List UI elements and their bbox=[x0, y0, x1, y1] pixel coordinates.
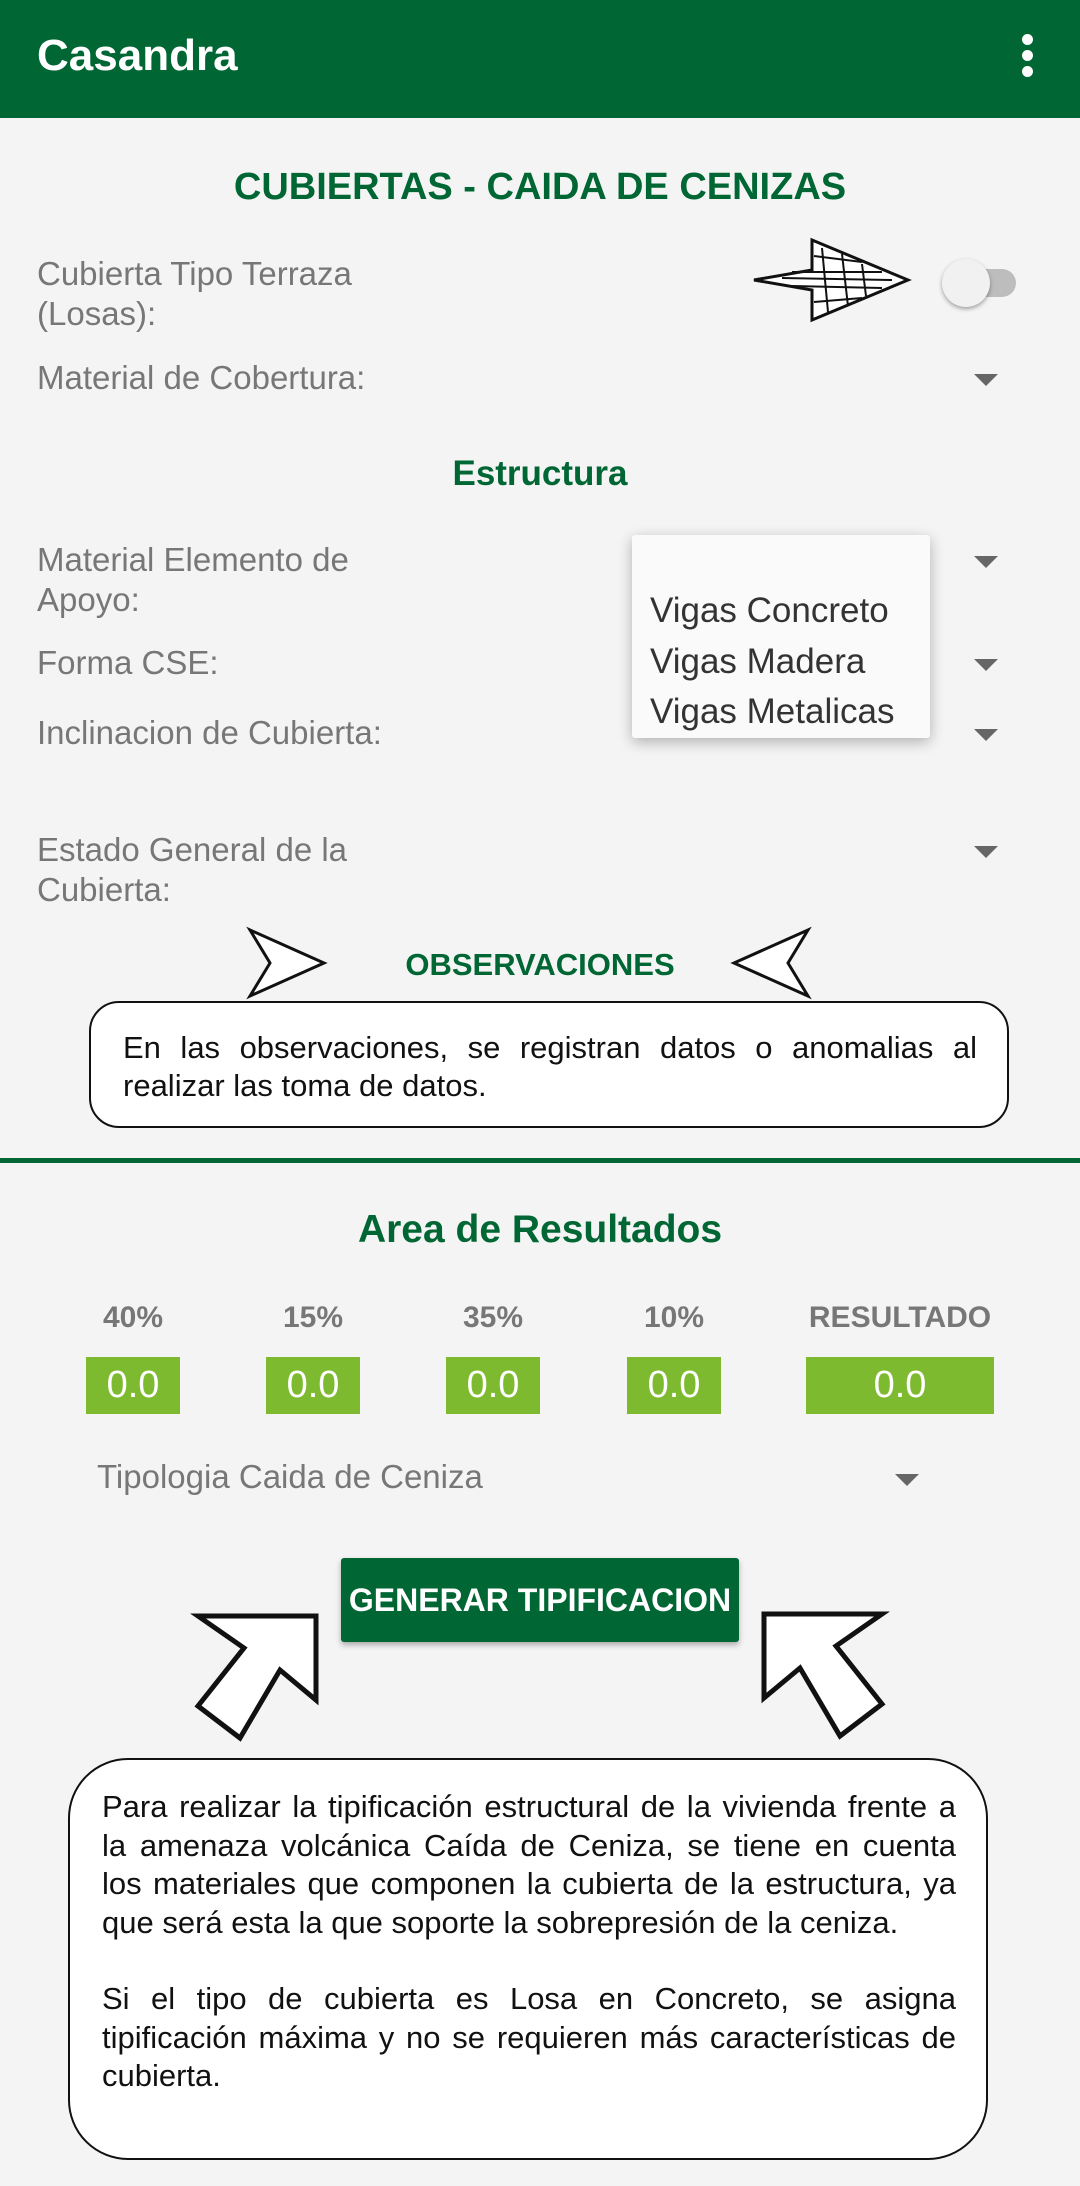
terraza-label: Cubierta Tipo Terraza (Losas): bbox=[37, 255, 352, 332]
estado-general-dropdown-icon[interactable] bbox=[974, 846, 998, 858]
pointer-arrow-left-icon bbox=[730, 926, 812, 1000]
info-note: Para realizar la tipificación estructura… bbox=[68, 1758, 988, 2160]
dropdown-option[interactable]: Vigas Concreto bbox=[650, 589, 889, 633]
divider bbox=[0, 1158, 1080, 1163]
material-cobertura-dropdown-icon[interactable] bbox=[974, 374, 998, 386]
tipologia-dropdown-icon[interactable] bbox=[895, 1474, 919, 1486]
page-title: CUBIERTAS - CAIDA DE CENIZAS bbox=[233, 166, 847, 208]
result-label-40: 40% bbox=[102, 1301, 164, 1334]
result-value-15: 0.0 bbox=[266, 1357, 360, 1414]
observaciones-title: OBSERVACIONES bbox=[405, 947, 675, 982]
pointer-arrow-up-left-icon bbox=[761, 1611, 890, 1740]
dropdown-option[interactable]: Vigas Madera bbox=[650, 640, 865, 684]
observaciones-note: En las observaciones, se registran datos… bbox=[89, 1001, 1009, 1128]
result-value-35: 0.0 bbox=[446, 1357, 540, 1414]
result-label-10: 10% bbox=[643, 1301, 705, 1334]
more-vert-icon[interactable] bbox=[1008, 30, 1048, 80]
material-cobertura-label: Material de Cobertura: bbox=[37, 359, 366, 396]
material-apoyo-dropdown-icon[interactable] bbox=[974, 556, 998, 568]
result-value-total: 0.0 bbox=[806, 1357, 994, 1414]
generar-tipificacion-button[interactable]: GENERAR TIPIFICACION bbox=[341, 1558, 739, 1642]
results-title: Area de Resultados bbox=[357, 1208, 723, 1251]
result-value-10: 0.0 bbox=[627, 1357, 721, 1414]
pointer-arrow-right-icon bbox=[753, 237, 912, 323]
info-note-paragraph-2: Si el tipo de cubierta es Losa en Concre… bbox=[102, 1981, 956, 2093]
result-label-total: RESULTADO bbox=[808, 1301, 992, 1334]
result-label-35: 35% bbox=[462, 1301, 524, 1334]
result-value-40: 0.0 bbox=[86, 1357, 180, 1414]
inclinacion-dropdown-icon[interactable] bbox=[974, 729, 998, 741]
forma-cse-dropdown-icon[interactable] bbox=[974, 659, 998, 671]
info-note-paragraph-1: Para realizar la tipificación estructura… bbox=[102, 1789, 956, 1940]
estado-general-label: Estado General de la Cubierta: bbox=[37, 831, 348, 908]
estructura-title: Estructura bbox=[452, 454, 628, 493]
material-apoyo-popup: Vigas Concreto Vigas Madera Vigas Metali… bbox=[632, 535, 930, 738]
result-label-15: 15% bbox=[282, 1301, 344, 1334]
forma-cse-label: Forma CSE: bbox=[37, 644, 219, 681]
app-title: Casandra bbox=[37, 31, 238, 80]
material-apoyo-label: Material Elemento de Apoyo: bbox=[37, 541, 349, 618]
inclinacion-label: Inclinacion de Cubierta: bbox=[37, 714, 382, 751]
app-bar: Casandra bbox=[0, 0, 1080, 118]
dropdown-option[interactable]: Vigas Metalicas bbox=[650, 690, 894, 734]
terraza-toggle[interactable] bbox=[942, 259, 990, 307]
observaciones-note-text: En las observaciones, se registran datos… bbox=[123, 1030, 977, 1103]
pointer-arrow-up-right-icon bbox=[190, 1613, 319, 1742]
tipologia-select[interactable]: Tipologia Caida de Ceniza bbox=[97, 1457, 697, 1497]
